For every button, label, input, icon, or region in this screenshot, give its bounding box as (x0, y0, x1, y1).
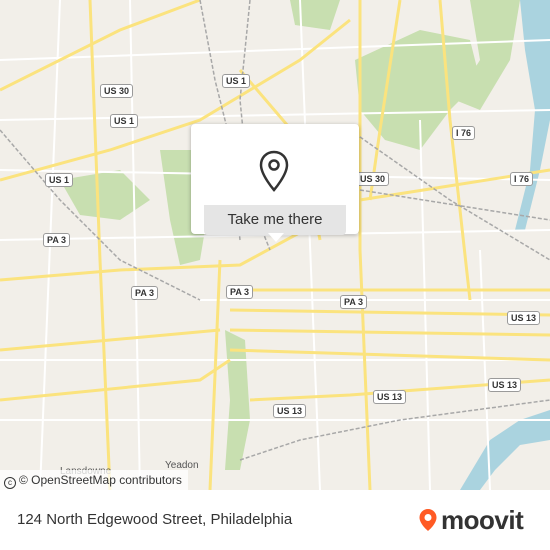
attribution-text: © OpenStreetMap contributors (19, 473, 182, 487)
route-shield: US 30 (356, 172, 390, 186)
footer: 124 North Edgewood Street, Philadelphia … (0, 490, 550, 550)
route-shield: US 13 (273, 404, 307, 418)
route-shield: US 1 (45, 173, 74, 187)
route-shield: I 76 (452, 126, 476, 140)
copyright-icon: c (4, 477, 16, 489)
map-attribution[interactable]: c © OpenStreetMap contributors (0, 470, 188, 490)
route-shield: PA 3 (226, 285, 254, 299)
moovit-wordmark: moovit (441, 505, 524, 535)
route-shield: PA 3 (340, 295, 368, 309)
popup-pointer (268, 233, 284, 242)
route-shield: PA 3 (131, 286, 159, 300)
park-area (290, 0, 340, 30)
route-shield: I 76 (510, 172, 534, 186)
route-shield: US 13 (488, 378, 522, 392)
map[interactable]: US 30 US 1 US 1 US 1 I 76 I 76 US 30 PA … (0, 0, 550, 490)
route-shield: US 1 (222, 74, 251, 88)
take-me-there-button[interactable]: Take me there (204, 205, 346, 235)
route-shield: PA 3 (43, 233, 71, 247)
river (515, 0, 550, 230)
moovit-pin-icon (419, 509, 437, 531)
address-label: 124 North Edgewood Street, Philadelphia (17, 511, 293, 528)
river (460, 410, 550, 490)
route-shield: US 30 (100, 84, 134, 98)
route-shield: US 1 (110, 114, 139, 128)
route-shield: US 13 (507, 311, 541, 325)
route-shield: US 13 (373, 390, 407, 404)
moovit-logo[interactable]: moovit (418, 505, 524, 535)
